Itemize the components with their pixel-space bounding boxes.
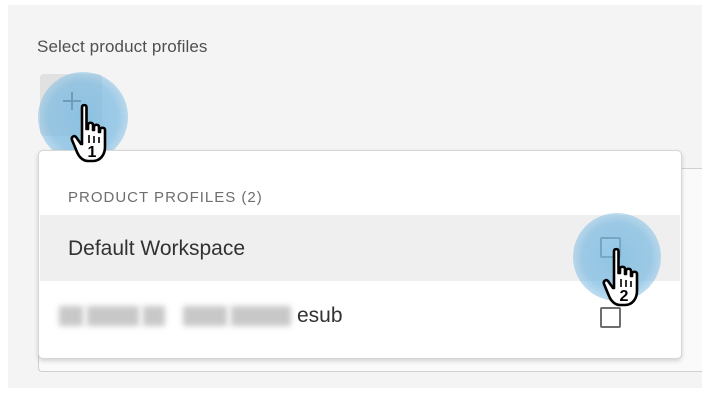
redaction-block	[231, 306, 291, 326]
redaction-block	[87, 306, 139, 326]
redacted-label: esub	[59, 302, 343, 330]
list-item-label: esub	[297, 304, 343, 327]
redaction-block	[183, 306, 227, 326]
dropdown-header: PRODUCT PROFILES (2)	[68, 189, 263, 206]
redaction-block	[143, 306, 165, 326]
list-item-redacted-profile[interactable]: esub	[40, 283, 680, 349]
hand-pointer-icon: 1	[70, 103, 107, 163]
redaction-block	[59, 306, 83, 326]
step-number-1: 1	[88, 144, 97, 161]
hand-pointer-icon: 2	[602, 247, 639, 307]
section-label: Select product profiles	[37, 37, 208, 56]
screenshot-canvas: Select product profiles PRODUCT PROFILES…	[0, 0, 702, 402]
step-number-2: 2	[620, 288, 629, 305]
list-item-label: Default Workspace	[68, 237, 246, 260]
